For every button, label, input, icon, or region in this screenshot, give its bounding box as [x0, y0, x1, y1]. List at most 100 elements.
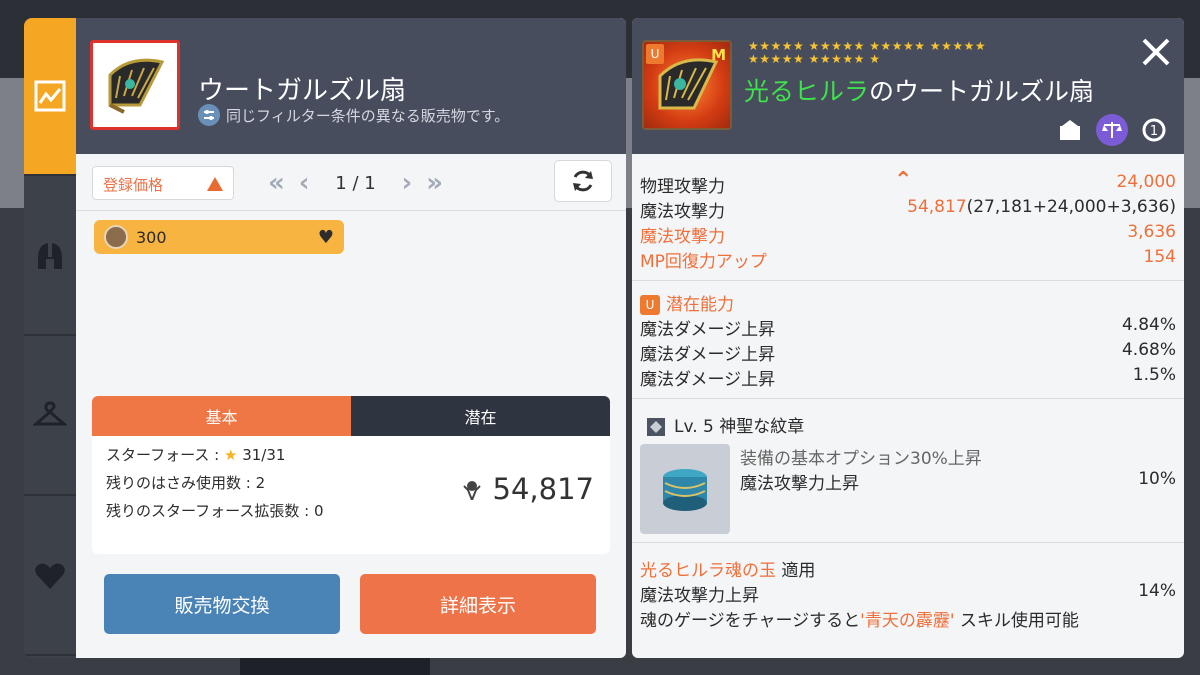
stat-row: MP回復力アップ 154	[640, 247, 1176, 272]
exchange-button[interactable]: 販売物交換	[104, 574, 340, 634]
item-thumbnail-large: U M	[642, 40, 732, 130]
emblem-image	[640, 444, 730, 534]
nav-item-chart[interactable]	[24, 18, 76, 176]
heart-icon	[35, 563, 65, 589]
combat-power-value: 54,817	[492, 472, 594, 506]
starforce-value: 31/31	[242, 446, 286, 464]
tab-basic[interactable]: 基本	[92, 396, 351, 436]
soul-stat-row: 魔法攻撃力上昇 14%	[640, 581, 1176, 606]
soul-desc-pre: 魂のゲージをチャージすると	[640, 611, 861, 631]
info-tabs: 基本 潜在	[92, 396, 610, 436]
stat-row: 物理攻撃力 24,000	[640, 172, 1176, 197]
helmet-icon	[38, 243, 62, 269]
unique-badge: U	[646, 44, 664, 64]
prev-page-icon[interactable]: ‹	[299, 168, 310, 198]
divider	[632, 280, 1184, 281]
page-indicator: 1 / 1	[335, 172, 376, 194]
sort-dropdown[interactable]: 登録価格	[92, 166, 234, 200]
close-icon[interactable]	[1136, 32, 1176, 72]
svg-text:1: 1	[1150, 124, 1158, 139]
potential-header: U 潜在能力	[640, 290, 1176, 315]
emblem-header: Lv. 5 神聖な紋章	[646, 412, 1182, 437]
starforce-line: スターフォース : ★ 31/31	[106, 444, 285, 465]
filter-subtitle: 同じフィルター条件の異なる販売物です。	[198, 104, 509, 126]
filter-subtitle-text: 同じフィルター条件の異なる販売物です。	[226, 106, 510, 125]
potential-row: 魔法ダメージ上昇 4.68%	[640, 340, 1176, 365]
starforce-ext-count: 残りのスターフォース拡張数 : 0	[106, 502, 324, 520]
stat-label: 魔法攻撃力	[640, 202, 725, 222]
emblem-effect-2: 魔法攻撃力上昇 10%	[740, 469, 1176, 494]
stars-row-2: ★★★★★ ★★★★★ ★	[748, 52, 881, 66]
favorite-heart-icon[interactable]: ♥	[318, 227, 334, 248]
trade-icon	[1054, 114, 1086, 146]
star-icon: ★	[223, 446, 238, 464]
nav-item-helmet[interactable]	[24, 178, 76, 336]
potential-label: 魔法ダメージ上昇	[640, 320, 776, 340]
side-nav	[24, 18, 76, 658]
fan-icon	[108, 58, 165, 114]
emblem-icon	[663, 469, 707, 511]
scissors-count: 残りのはさみ使用数 : 2	[106, 474, 266, 492]
item-thumbnail[interactable]	[90, 40, 180, 130]
coin-icon	[104, 225, 128, 249]
next-page-icon[interactable]: ›	[402, 168, 413, 198]
item-detail-header: U M ★★★★★ ★★★★★ ★★★★★ ★★★★★ ★★★★★ ★★★★★ …	[632, 18, 1184, 154]
soul-header: 光るヒルラ魂の玉 適用	[640, 556, 1176, 581]
basic-stats-card: スターフォース : ★ 31/31 残りのはさみ使用数 : 2 残りのスターフォ…	[92, 436, 610, 554]
divider	[76, 210, 626, 211]
stat-label: MP回復力アップ	[640, 252, 767, 272]
potential-value: 4.68%	[1121, 340, 1176, 360]
listing-panel: ウートガルズル扇 同じフィルター条件の異なる販売物です。 登録価格 « ‹ 1 …	[76, 18, 626, 658]
emblem-stat-value: 10%	[1138, 469, 1176, 489]
listing-row[interactable]: 300 ♥	[94, 220, 344, 254]
divider	[632, 398, 1184, 399]
stat-label: 魔法攻撃力	[640, 227, 725, 247]
refresh-icon	[573, 170, 593, 192]
unique-badge: U	[640, 295, 660, 315]
stat-row: 魔法攻撃力 54,817(27,181+24,000+3,636)	[640, 197, 1176, 222]
hanger-icon	[33, 401, 67, 426]
chart-icon	[34, 80, 66, 112]
listing-price: 300	[136, 227, 167, 247]
nav-item-hanger[interactable]	[24, 338, 76, 496]
potential-value: 4.84%	[1121, 315, 1176, 335]
item-detail-panel: U M ★★★★★ ★★★★★ ★★★★★ ★★★★★ ★★★★★ ★★★★★ …	[632, 18, 1184, 658]
emblem-title: Lv. 5 神聖な紋章	[674, 417, 805, 437]
soul-apply: 適用	[781, 561, 816, 581]
potential-label: 魔法ダメージ上昇	[640, 345, 776, 365]
emblem-stat-label: 魔法攻撃力上昇	[740, 474, 859, 494]
title-suffix: のウートガルズル扇	[869, 77, 1095, 106]
soul-skill-name: '青天の霹靂'	[860, 611, 955, 631]
stat-value: 3,636	[1127, 222, 1176, 242]
item-title: ウートガルズル扇	[198, 76, 407, 106]
potential-row: 魔法ダメージ上昇 1.5%	[640, 365, 1176, 390]
stat-value-main: 54,817	[907, 197, 967, 217]
soul-desc-post: スキル使用可能	[959, 611, 1079, 631]
soul-desc: 魂のゲージをチャージすると'青天の霹靂' スキル使用可能	[640, 606, 1176, 631]
combat-power: 54,817	[461, 472, 594, 506]
detail-button[interactable]: 詳細表示	[360, 574, 596, 634]
tab-potential[interactable]: 潜在	[351, 396, 610, 436]
sort-asc-icon	[207, 177, 223, 191]
item-full-title: 光るヒルラのウートガルズル扇	[744, 72, 1094, 108]
stat-label: 物理攻撃力	[640, 177, 725, 197]
item-flag-icons: 1	[1054, 114, 1170, 146]
nav-item-heart[interactable]	[24, 498, 76, 656]
potential-label: 魔法ダメージ上昇	[640, 370, 776, 390]
stat-value-detail: (27,181+24,000+3,636)	[966, 197, 1176, 217]
refresh-button[interactable]	[554, 160, 612, 202]
last-page-icon[interactable]: »	[426, 168, 443, 198]
potential-title: 潜在能力	[666, 295, 734, 315]
filter-icon	[198, 104, 220, 126]
potential-value: 1.5%	[1132, 365, 1176, 385]
cycle-1-icon: 1	[1138, 114, 1170, 146]
divider	[632, 542, 1184, 543]
soul-name: 光るヒルラ魂の玉	[640, 561, 776, 581]
soul-stat-value: 14%	[1138, 581, 1176, 601]
first-page-icon[interactable]: «	[268, 168, 285, 198]
scale-icon	[1096, 114, 1128, 146]
m-badge: M	[711, 46, 726, 64]
stat-row: 魔法攻撃力 3,636	[640, 222, 1176, 247]
emblem-effect-1: 装備の基本オプション30%上昇	[740, 449, 982, 469]
listing-header: ウートガルズル扇 同じフィルター条件の異なる販売物です。	[76, 18, 626, 154]
